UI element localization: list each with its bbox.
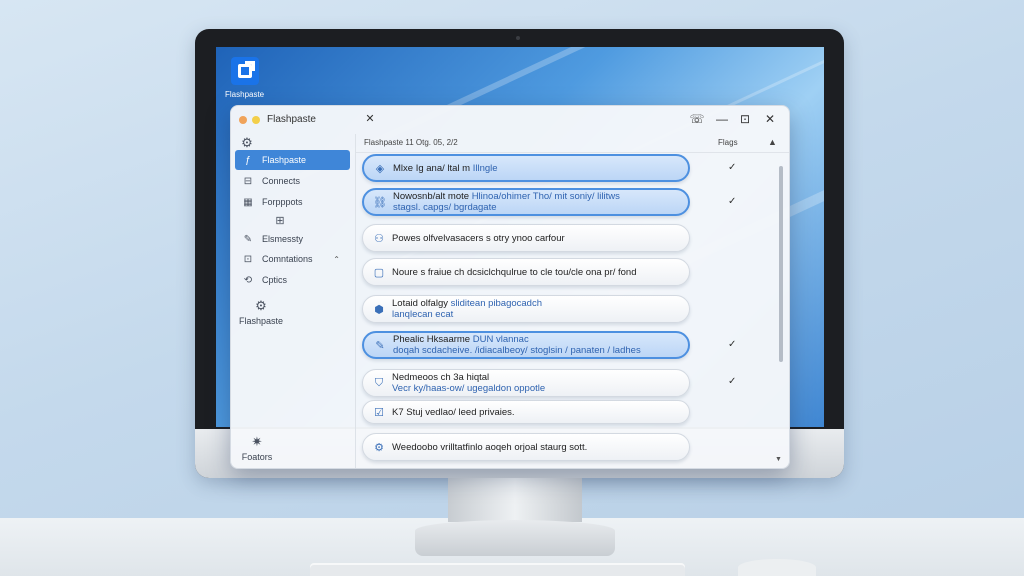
window-title: Flashpaste: [267, 114, 316, 125]
desktop-icon-label: Flashpaste: [225, 90, 265, 99]
list-item[interactable]: ◈ Mlxe Ig ana/ ltal m Illngle: [362, 154, 690, 182]
list-item[interactable]: ⛓ Nowosnb/alt mote Hlinoa/ohimer Tho/ mi…: [362, 188, 690, 216]
pencil-icon: ✎: [243, 233, 253, 245]
list-item[interactable]: ⚇ Powes olfvelvasacers s otry ynoo carfo…: [362, 224, 690, 252]
window-dot-orange[interactable]: [239, 116, 247, 124]
main-content: Flashpaste 11 Otg. 05, 2/2 Flags ▲ ◈ Mlx…: [356, 134, 789, 468]
list-item-text: Phealic Hksaarme DUN vlannac doqah scdac…: [393, 334, 641, 356]
list-item[interactable]: ⚙ Weedoobo vrilltatfinlo aoqeh orjoal st…: [362, 433, 690, 461]
sidebar-item-flashpaste[interactable]: ƒ Flashpaste: [235, 150, 350, 170]
gear-icon: ⚙: [374, 441, 384, 454]
sidebar-item-cptics[interactable]: ⟲ Cptics: [235, 270, 350, 290]
sidebar-item-label: Flashpaste: [238, 316, 284, 326]
title-bar: Flashpaste ✕ ☏ — ⊡ ✕: [231, 106, 789, 134]
sidebar-item-connects[interactable]: ⊟ Connects: [235, 171, 350, 191]
sidebar-item-label: Elsmessty: [262, 234, 304, 244]
row-check-icon[interactable]: ✓: [728, 162, 736, 173]
sidebar-item-label: Cptics: [262, 275, 288, 285]
sidebar-item-label: Connects: [262, 176, 301, 186]
desktop-app-icon[interactable]: [231, 57, 259, 85]
list-item-text: Lotaid olfalgy sliditean pibagocadch lan…: [392, 298, 542, 320]
sidebar-item-elsmessty[interactable]: ✎ Elsmessty: [235, 229, 350, 249]
window-dot-yellow[interactable]: [252, 116, 260, 124]
sidebar-item-forpppots[interactable]: ▦ Forpppots: [235, 192, 350, 212]
app-window: Flashpaste ✕ ☏ — ⊡ ✕ ⚙ ƒ Flashpaste ⊟ Co…: [230, 105, 790, 469]
header-flags: Flags: [718, 138, 738, 147]
mouse: [738, 559, 816, 576]
monitor-stand-neck: [448, 478, 582, 522]
list-item-text: Nedmeoos ch 3a hiqtal Vecr ky/haas-ow/ u…: [392, 372, 546, 394]
pencil-icon: ✎: [375, 339, 385, 352]
person-icon: ⚇: [374, 232, 384, 245]
chevron-up-icon[interactable]: ⌃: [333, 255, 340, 264]
header-date: Flashpaste 11 Otg. 05, 2/2: [364, 138, 458, 147]
sidebar: ⚙ ƒ Flashpaste ⊟ Connects ▦ Forpppots ⊞ …: [231, 134, 356, 468]
keyboard: [310, 563, 685, 576]
sidebar-item-flashpaste-settings[interactable]: ⚙ Flashpaste: [231, 298, 323, 326]
row-check-icon[interactable]: ✓: [728, 196, 736, 207]
sidebar-item-label: Foators: [241, 452, 273, 462]
grid-icon: ▦: [243, 196, 253, 208]
list-item[interactable]: ⬢ Lotaid olfalgy sliditean pibagocadch l…: [362, 295, 690, 323]
close-button[interactable]: ✕: [761, 112, 779, 126]
sidebar-item-foators[interactable]: ✷ Foators: [231, 434, 319, 462]
link-icon: ⛓: [373, 196, 387, 209]
sidebar-item-comntations[interactable]: ⊡ Comntations ⌃: [235, 249, 350, 269]
webcam: [516, 36, 520, 40]
list-item-text: Noure s fraiue ch dcsiclchqulrue to cle …: [392, 266, 637, 278]
shield-check-icon: ⛉: [374, 376, 384, 389]
list-item[interactable]: ☑ K7 Stuj vedlao/ leed privaies.: [362, 400, 690, 424]
tools-icon: ✷: [251, 434, 263, 449]
row-check-icon[interactable]: ✓: [728, 376, 736, 387]
location-icon: ⬢: [374, 303, 384, 316]
sidebar-item-label: Flashpaste: [262, 155, 307, 165]
list-item-text: Nowosnb/alt mote Hlinoa/ohimer Tho/ mit …: [393, 191, 620, 213]
list-item[interactable]: ✎ Phealic Hksaarme DUN vlannac doqah scd…: [362, 331, 690, 359]
minimize-button[interactable]: —: [713, 112, 731, 126]
phone-icon[interactable]: ☏: [688, 112, 706, 126]
restore-button[interactable]: ⊡: [736, 112, 754, 126]
sidebar-item-label: Forpppots: [262, 197, 303, 207]
content-header: Flashpaste 11 Otg. 05, 2/2 Flags ▲: [356, 134, 789, 153]
shield-icon: ◈: [375, 162, 385, 175]
tab-close-icon[interactable]: ✕: [361, 112, 379, 128]
sidebar-item-label: Comntations: [262, 254, 313, 264]
check-shield-icon: ☑: [374, 406, 384, 419]
settings-icon: ⊡: [243, 253, 253, 265]
chevron-up-icon[interactable]: ▲: [768, 137, 777, 147]
flash-icon: ƒ: [245, 154, 251, 166]
list-item-text: Powes olfvelvasacers s otry ynoo carfour: [392, 232, 565, 244]
scrollbar-thumb[interactable]: [779, 166, 783, 362]
row-check-icon[interactable]: ✓: [728, 339, 736, 350]
list-item-text: K7 Stuj vedlao/ leed privaies.: [392, 406, 515, 418]
list-item[interactable]: ⛉ Nedmeoos ch 3a hiqtal Vecr ky/haas-ow/…: [362, 369, 690, 397]
scroll-down-icon[interactable]: ▼: [775, 456, 782, 463]
settings-gear-icon: ⚙: [255, 298, 267, 313]
gear-icon: ⟲: [243, 274, 253, 286]
clipboard-icon: ▢: [373, 266, 385, 279]
list-item-text: Weedoobo vrilltatfinlo aoqeh orjoal stau…: [392, 441, 588, 453]
link-icon: ⊟: [243, 175, 253, 187]
list-item-text: Mlxe Ig ana/ ltal m Illngle: [393, 162, 498, 174]
sidebar-subicon: ⊞: [275, 215, 285, 227]
monitor-stand-foot: [415, 520, 615, 556]
list-item[interactable]: ▢ Noure s fraiue ch dcsiclchqulrue to cl…: [362, 258, 690, 286]
app-logo-icon: [238, 64, 252, 78]
